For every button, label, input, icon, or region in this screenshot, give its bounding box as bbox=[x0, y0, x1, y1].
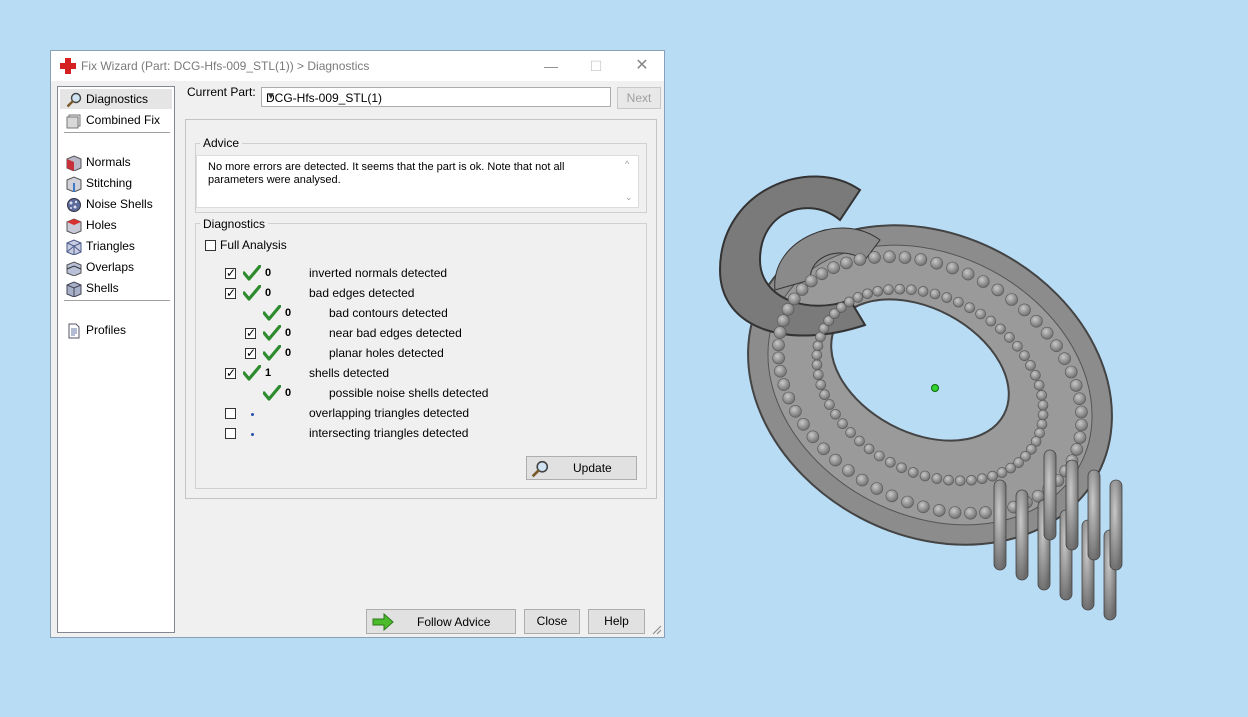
diagnostic-label: inverted normals detected bbox=[309, 266, 448, 280]
nav-label: Combined Fix bbox=[86, 113, 161, 127]
diagnostic-checkbox[interactable]: ✓ bbox=[245, 326, 256, 340]
current-part-label: Current Part: bbox=[187, 85, 256, 99]
checkmark-icon bbox=[263, 325, 281, 341]
nav-label: Overlaps bbox=[86, 260, 135, 274]
selection-point-icon bbox=[931, 384, 939, 392]
diagnostic-count: 0 bbox=[265, 287, 272, 299]
checkmark-icon bbox=[243, 285, 261, 301]
follow-advice-button[interactable]: Follow Advice bbox=[366, 609, 516, 634]
chevron-down-icon: ▼ bbox=[266, 91, 276, 102]
scroll-down-icon[interactable]: ⌄ bbox=[625, 192, 633, 203]
diagnostic-label: near bad edges detected bbox=[329, 326, 462, 340]
advice-title: Advice bbox=[200, 136, 243, 150]
nav-label: Noise Shells bbox=[86, 197, 153, 211]
checkmark-icon bbox=[263, 305, 281, 321]
green-arrow-icon bbox=[372, 613, 394, 631]
holes-cube-icon bbox=[66, 218, 82, 234]
advice-text: No more errors are detected. It seems th… bbox=[208, 161, 565, 186]
nav-item-triangles[interactable]: Triangles bbox=[60, 236, 172, 256]
nav-label: Shells bbox=[86, 281, 119, 295]
title-bar[interactable]: Fix Wizard (Part: DCG-Hfs-009_STL(1)) > … bbox=[51, 51, 664, 81]
nav-item-stitching[interactable]: Stitching bbox=[60, 173, 172, 193]
diagnostic-count: 1 bbox=[265, 367, 272, 379]
current-part-select[interactable]: DCG-Hfs-009_STL(1) ▼ bbox=[261, 87, 611, 107]
overlaps-icon bbox=[66, 261, 82, 276]
diagnostic-label: shells detected bbox=[309, 366, 390, 380]
magnifier-icon bbox=[531, 460, 549, 478]
diagnostic-label: intersecting triangles detected bbox=[309, 426, 469, 440]
shells-cube-icon bbox=[66, 281, 82, 297]
model-viewport[interactable] bbox=[700, 150, 1160, 630]
scroll-up-icon[interactable]: ^ bbox=[625, 159, 629, 169]
diagnostic-label: possible noise shells detected bbox=[329, 386, 489, 400]
diagnostic-checkbox[interactable]: ✓ bbox=[225, 366, 236, 380]
nav-label: Diagnostics bbox=[86, 92, 149, 106]
nav-separator bbox=[64, 132, 170, 133]
diagnostic-label: bad edges detected bbox=[309, 286, 415, 300]
nav-label: Profiles bbox=[86, 323, 127, 337]
minimize-button[interactable]: — bbox=[538, 55, 564, 77]
update-label: Update bbox=[573, 461, 612, 475]
nav-label: Triangles bbox=[86, 239, 135, 253]
full-analysis-label: Full Analysis bbox=[220, 238, 287, 252]
ring-model bbox=[718, 175, 1123, 621]
pending-dot-icon bbox=[251, 433, 254, 436]
follow-advice-label: Follow Advice bbox=[417, 615, 491, 629]
diagnostic-count: 0 bbox=[265, 267, 272, 279]
diagnostic-checkbox[interactable]: ✓ bbox=[225, 266, 236, 280]
stitching-cube-icon bbox=[66, 176, 82, 192]
window-title: Fix Wizard (Part: DCG-Hfs-009_STL(1)) > … bbox=[81, 59, 370, 73]
cubes-icon bbox=[66, 114, 81, 129]
diagnostic-count: 0 bbox=[285, 327, 292, 339]
diagnostic-count: 0 bbox=[285, 387, 292, 399]
diagnostic-label: bad contours detected bbox=[329, 306, 448, 320]
nav-item-combined-fix[interactable]: Combined Fix bbox=[60, 110, 172, 130]
checkmark-icon bbox=[263, 385, 281, 401]
wizard-nav-panel: Diagnostics Combined Fix Normals Stitchi… bbox=[57, 86, 175, 633]
fix-wizard-window: Fix Wizard (Part: DCG-Hfs-009_STL(1)) > … bbox=[50, 50, 665, 638]
checkmark-icon bbox=[263, 345, 281, 361]
nav-item-profiles[interactable]: Profiles bbox=[60, 320, 172, 340]
diagnostic-checkbox[interactable]: ✓ bbox=[245, 346, 256, 360]
nav-separator bbox=[64, 300, 170, 301]
checkmark-icon bbox=[243, 365, 261, 381]
checkmark-icon bbox=[243, 265, 261, 281]
diagnostic-count: 0 bbox=[285, 307, 292, 319]
document-icon bbox=[68, 323, 80, 339]
maximize-button[interactable]: ☐ bbox=[583, 55, 609, 77]
diagnostic-label: overlapping triangles detected bbox=[309, 406, 470, 420]
pending-dot-icon bbox=[251, 413, 254, 416]
update-button[interactable]: Update bbox=[526, 456, 637, 480]
diagnostic-checkbox[interactable] bbox=[225, 408, 236, 419]
nav-label: Holes bbox=[86, 218, 117, 232]
diagnostic-count: 0 bbox=[285, 347, 292, 359]
nav-item-overlaps[interactable]: Overlaps bbox=[60, 257, 172, 277]
diagnostic-checkbox[interactable] bbox=[225, 428, 236, 439]
nav-item-normals[interactable]: Normals bbox=[60, 152, 172, 172]
nav-label: Stitching bbox=[86, 176, 133, 190]
close-button[interactable]: Close bbox=[524, 609, 580, 634]
help-button[interactable]: Help bbox=[588, 609, 645, 634]
advice-textbox: No more errors are detected. It seems th… bbox=[196, 155, 639, 208]
nav-item-shells[interactable]: Shells bbox=[60, 278, 172, 298]
diagnostic-checkbox[interactable]: ✓ bbox=[225, 286, 236, 300]
next-button[interactable]: Next bbox=[617, 87, 661, 109]
nav-item-holes[interactable]: Holes bbox=[60, 215, 172, 235]
red-cross-icon bbox=[60, 58, 76, 74]
diagnostics-title: Diagnostics bbox=[200, 217, 269, 231]
advice-scrollbar[interactable]: ^ ⌄ bbox=[622, 156, 638, 207]
diagnostic-label: planar holes detected bbox=[329, 346, 444, 360]
close-window-button[interactable]: ✕ bbox=[629, 55, 655, 77]
full-analysis-checkbox[interactable] bbox=[205, 240, 216, 251]
nav-item-diagnostics[interactable]: Diagnostics bbox=[60, 89, 172, 109]
nav-item-noise-shells[interactable]: Noise Shells bbox=[60, 194, 172, 214]
magnifier-icon bbox=[66, 92, 82, 108]
noise-shells-icon bbox=[67, 197, 81, 212]
nav-label: Normals bbox=[86, 155, 131, 169]
triangles-icon bbox=[66, 239, 82, 255]
normals-cube-icon bbox=[66, 155, 82, 171]
resize-grip-icon[interactable] bbox=[652, 625, 662, 635]
